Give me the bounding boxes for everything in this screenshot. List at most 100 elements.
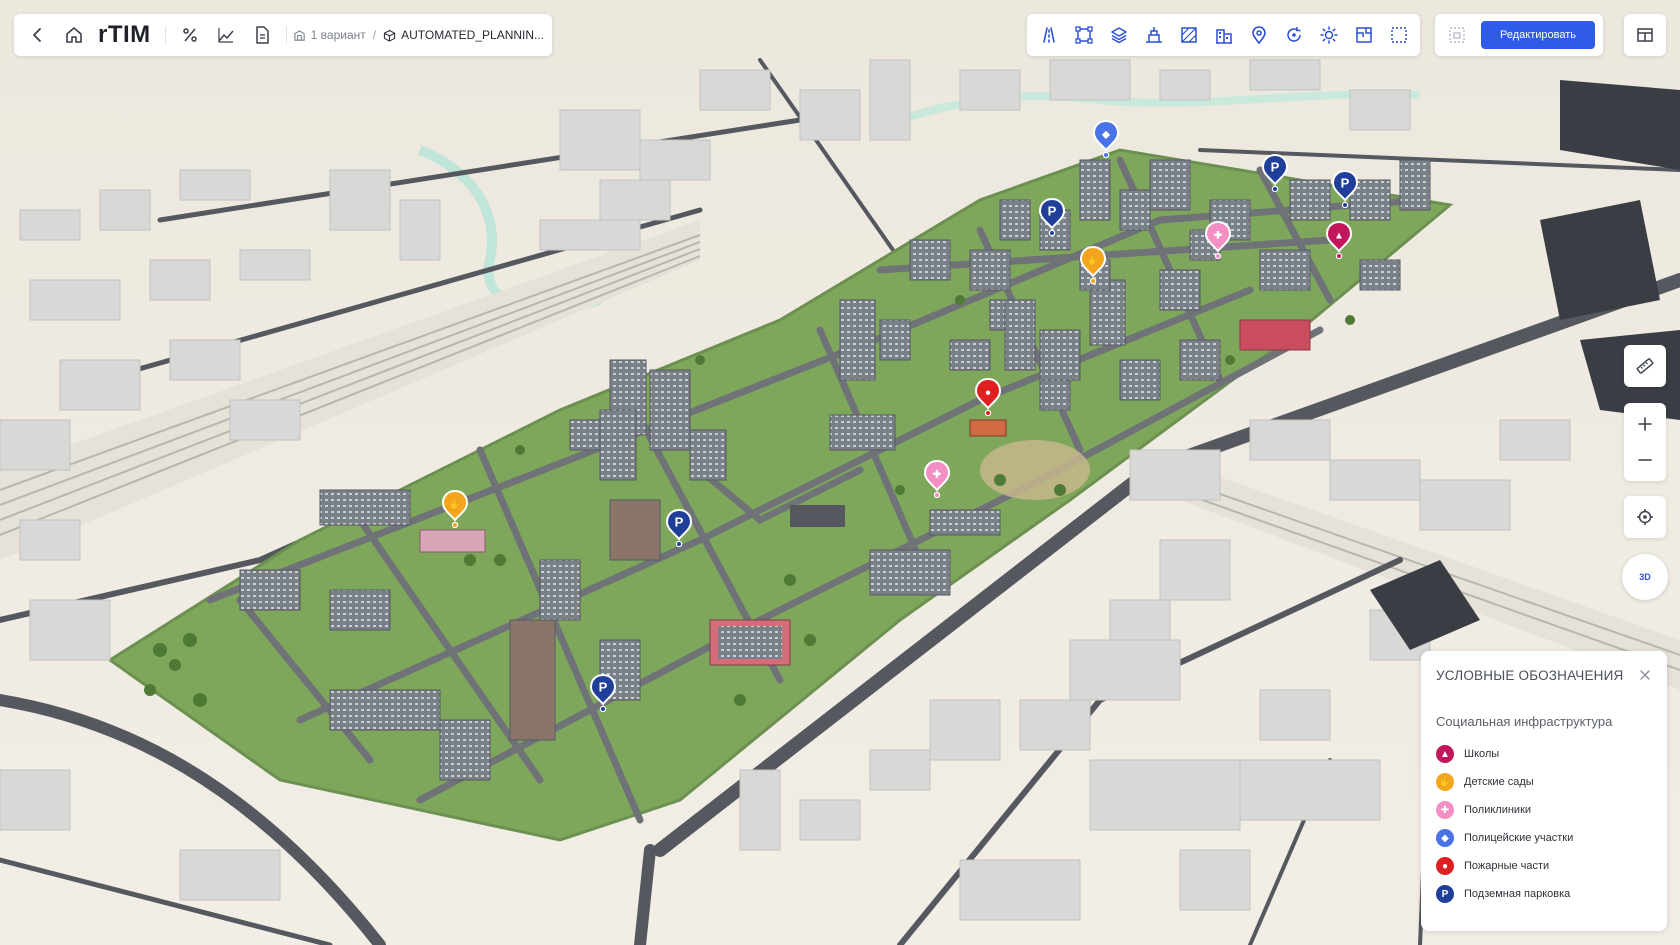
clinic-marker[interactable]: ✚ [923,459,951,499]
document-icon [255,26,269,44]
parking-icon: P [589,673,617,713]
analytics-button[interactable] [208,17,244,53]
ruler-control [1624,345,1666,387]
parking-marker[interactable]: P [1038,197,1066,237]
rotate-icon [1286,27,1301,42]
police-marker[interactable]: ◆ [1092,119,1120,159]
legend-item-label: Детские сады [1464,776,1534,788]
close-icon[interactable] [1637,667,1653,683]
poi-icon [1251,26,1266,45]
svg-text:P: P [1341,176,1350,191]
breadcrumb-project-label: AUTOMATED_PLANNIN... [401,28,545,42]
rotate-tool-button[interactable] [1276,17,1311,53]
legend-item-clinics: ✚ Поликлиники [1436,796,1573,824]
percent-icon [182,28,197,42]
parking-marker[interactable]: P [589,673,617,713]
variant-icon [293,29,305,41]
floorplan-tool-button[interactable] [1346,17,1381,53]
plaza [980,440,1090,500]
layout-panel [1624,14,1666,56]
frame-icon [1390,27,1407,43]
fire-icon: ● [974,377,1002,417]
legend-item-label: Пожарные части [1464,860,1550,872]
svg-text:P: P [599,680,608,695]
svg-text:✚: ✚ [933,470,942,481]
breadcrumb-separator: / [372,28,377,42]
back-icon [33,28,41,42]
layout-toggle-button[interactable] [1627,17,1663,53]
poi-tool-button[interactable] [1241,17,1276,53]
kindergarten-icon: ✋ [1079,245,1107,285]
measure-button[interactable] [1624,348,1666,384]
buildings-icon [1215,29,1232,44]
texture-tool-button[interactable] [1171,17,1206,53]
terrain-tool-button[interactable] [1136,17,1171,53]
legend-title: УСЛОВНЫЕ ОБОЗНАЧЕНИЯ [1436,668,1624,683]
plus-icon [1638,417,1652,431]
fire-marker[interactable]: ● [974,377,1002,417]
layers-tool-button[interactable] [1101,17,1136,53]
zoom-out-button[interactable] [1624,442,1666,478]
edit-button[interactable]: Редактировать [1481,21,1595,49]
back-button[interactable] [20,17,56,53]
frame-tool-button[interactable] [1381,17,1416,53]
home-button[interactable] [56,17,92,53]
legend-subtitle: Социальная инфраструктура [1436,714,1613,729]
clinic-icon: ✚ [1436,801,1454,819]
legend-panel: УСЛОВНЫЕ ОБОЗНАЧЕНИЯ Социальная инфрастр… [1421,651,1667,931]
breadcrumb-variant[interactable]: 1 вариант [293,28,366,42]
screenshot-button[interactable] [1439,17,1475,53]
divider [285,26,287,44]
compass-button[interactable]: 3D [1622,554,1668,600]
map-tools-bar [1027,14,1420,56]
minus-icon [1638,459,1652,461]
roads-tool-button[interactable] [1031,17,1066,53]
school-icon: ▲ [1436,745,1454,763]
sun-tool-button[interactable] [1311,17,1346,53]
parking-icon: P [1038,197,1066,237]
breadcrumb-project[interactable]: AUTOMATED_PLANNIN... [383,28,544,42]
zoom-in-button[interactable] [1624,406,1666,442]
school-icon: ▲ [1325,220,1353,260]
divider [164,26,166,44]
legend-item-kindergartens: ✋ Детские сады [1436,768,1573,796]
kindergarten-marker[interactable]: ✋ [1079,245,1107,285]
ruler-icon [1636,358,1654,374]
legend-item-label: Поликлиники [1464,804,1532,816]
compass-label: 3D [1639,572,1651,582]
kindergarten-marker[interactable]: ✋ [441,489,469,529]
chart-icon [218,28,234,43]
sun-icon [1319,26,1338,44]
cube-icon [384,29,396,42]
parking-marker[interactable]: P [1331,169,1359,209]
roads-icon [1042,27,1055,43]
svg-text:✚: ✚ [1214,231,1223,242]
kindergarten-icon: ✋ [1436,773,1454,791]
police-icon: ◆ [1092,119,1120,159]
legend-item-label: Подземная парковка [1464,888,1571,900]
clinic-icon: ✚ [1204,220,1232,260]
buildings-tool-button[interactable] [1206,17,1241,53]
report-button[interactable] [244,17,280,53]
parking-marker[interactable]: P [665,508,693,548]
percent-button[interactable] [172,17,208,53]
kindergarten-icon: ✋ [441,489,469,529]
parking-icon: P [665,508,693,548]
layout-icon [1637,28,1653,42]
legend-item-label: Полицейские участки [1464,832,1574,844]
legend-list: ▲ Школы ✋ Детские сады ✚ Поликлиники ◆ П… [1436,740,1573,908]
layers-icon [1110,27,1127,44]
fire-icon: ● [1436,857,1454,875]
parking-marker[interactable]: P [1261,153,1289,193]
polygon-icon [1074,26,1093,44]
terrain-icon [1145,27,1162,43]
clinic-marker[interactable]: ✚ [1204,220,1232,260]
legend-item-schools: ▲ Школы [1436,740,1573,768]
locate-button[interactable] [1624,499,1666,535]
polygon-tool-button[interactable] [1066,17,1101,53]
legend-item-fire: ● Пожарные части [1436,852,1573,880]
school-marker[interactable]: ▲ [1325,220,1353,260]
legend-item-police: ◆ Полицейские участки [1436,824,1573,852]
app-logo[interactable]: rTIM [98,21,151,49]
clinic-icon: ✚ [923,459,951,499]
